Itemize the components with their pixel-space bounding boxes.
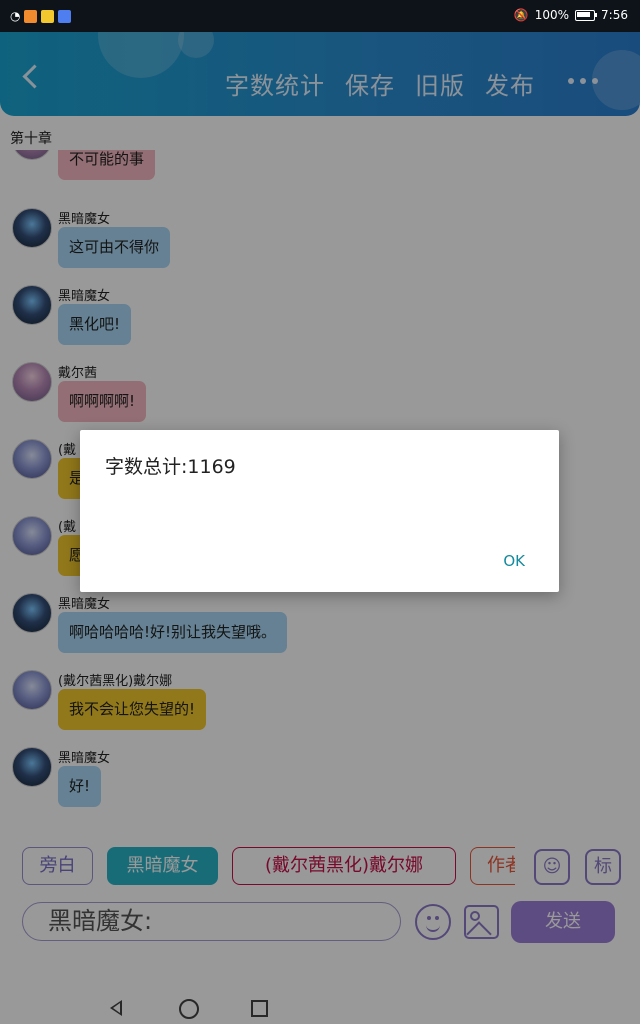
wifi-icon: ◔	[10, 9, 21, 23]
app-icon-blue	[58, 9, 72, 23]
dialog-message: 字数总计:1169	[105, 456, 236, 478]
mute-icon: 🔕	[513, 8, 529, 22]
word-count-dialog: 字数总计:1169 OK	[80, 430, 559, 592]
ok-button[interactable]: OK	[503, 552, 525, 570]
system-status: 🔕 100% 7:56	[514, 8, 628, 22]
battery-icon	[575, 9, 598, 21]
app-icon-yellow	[41, 9, 55, 23]
notification-icons: ◔	[10, 9, 72, 23]
status-bar: ◔ 🔕 100% 7:56	[0, 0, 640, 32]
battery-percent: 100%	[534, 8, 570, 22]
app-icon-orange	[24, 9, 38, 23]
clock: 7:56	[601, 8, 628, 22]
